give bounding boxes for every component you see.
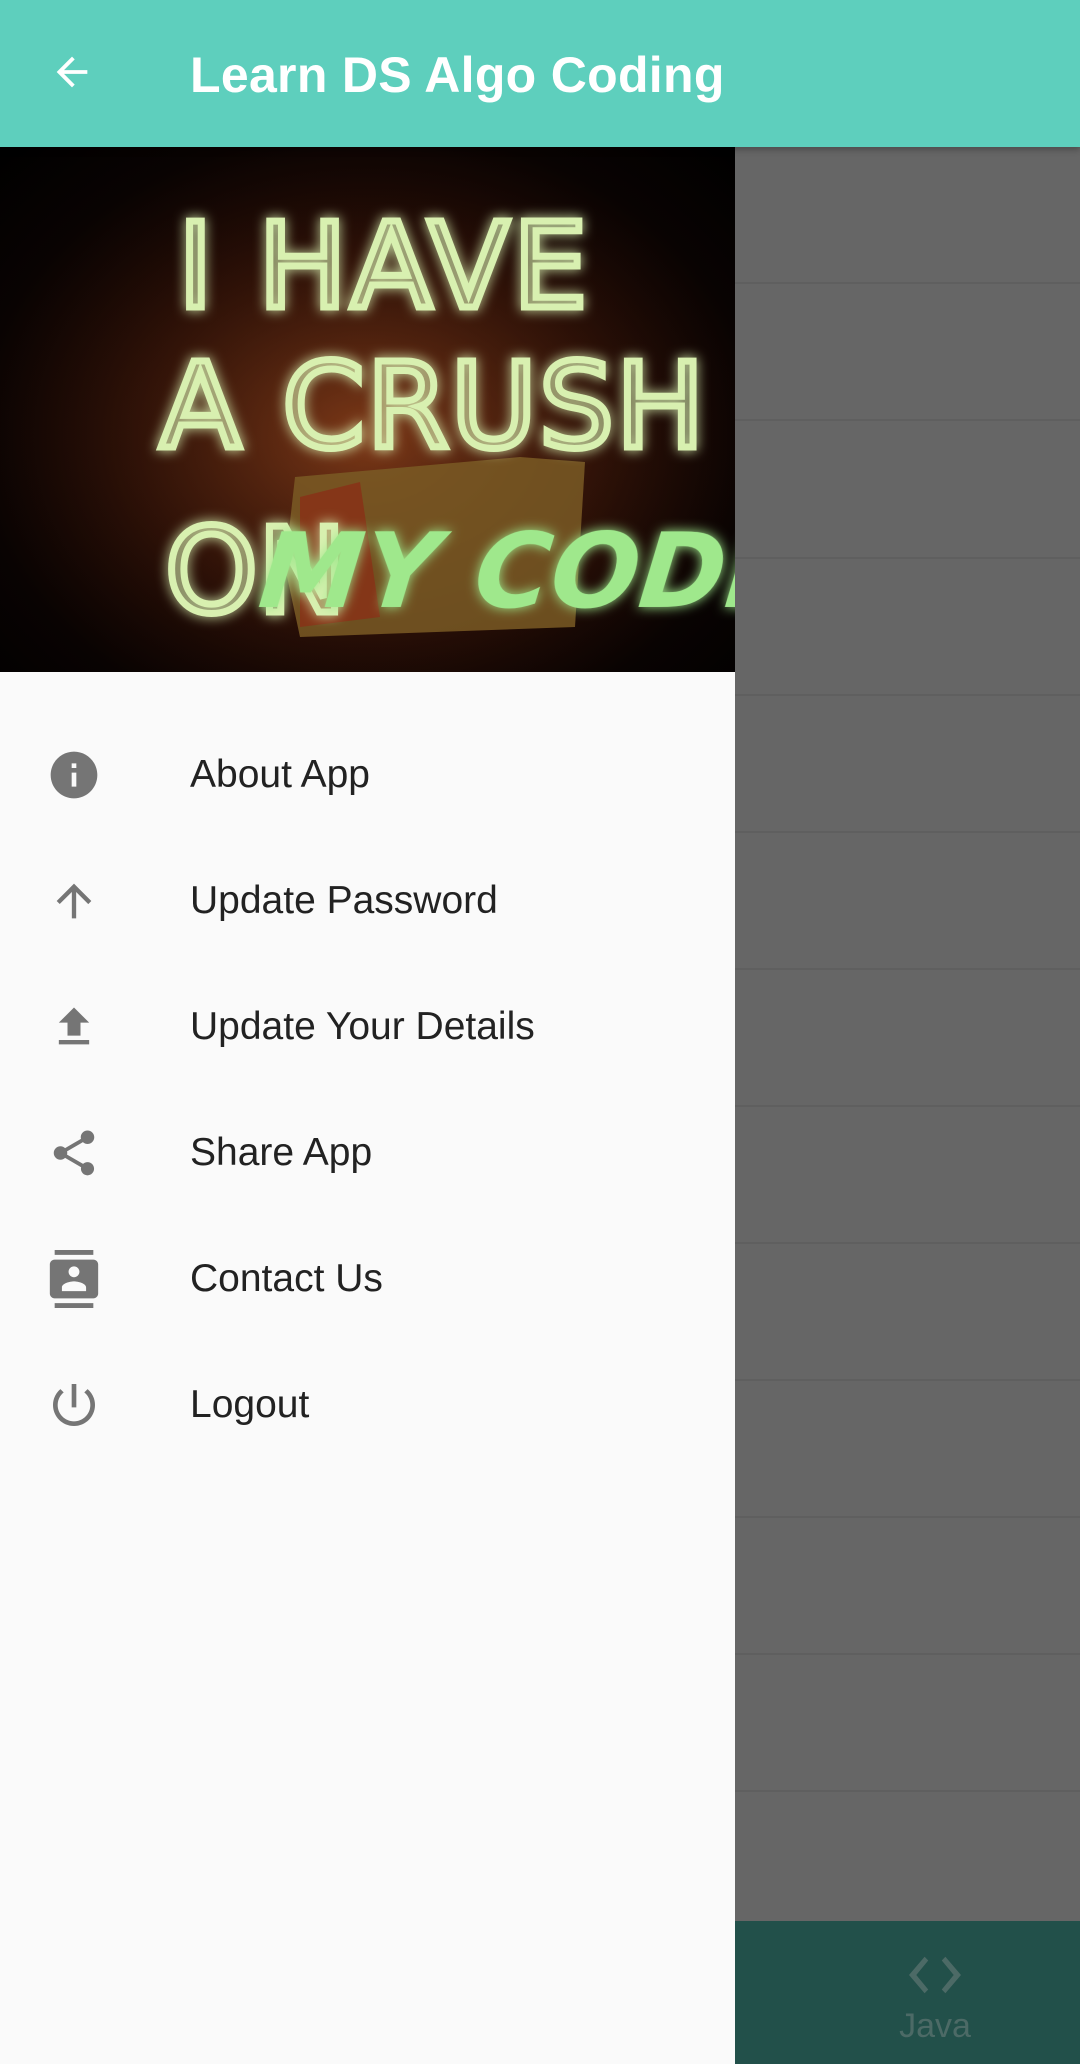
menu-item-label: Update Password [190,879,498,922]
drawer-scrim[interactable]: Java [735,147,1080,2064]
navigation-drawer: I HAVE A CRUSH ON MY CODE About App Upda… [0,147,735,2064]
drawer-header-image: I HAVE A CRUSH ON MY CODE [0,147,735,672]
bottom-navigation: Java [735,1921,1080,2064]
share-icon [44,1123,104,1183]
neon-line-3-bold: MY CODE [254,510,735,632]
menu-item-logout[interactable]: Logout [0,1342,735,1468]
contacts-icon [44,1249,104,1309]
app-bar: Learn DS Algo Coding [0,0,1080,147]
menu-item-update-details[interactable]: Update Your Details [0,964,735,1090]
neon-sign-image: I HAVE A CRUSH ON MY CODE [0,147,735,672]
menu-item-share-app[interactable]: Share App [0,1090,735,1216]
back-button[interactable] [40,40,104,104]
menu-item-label: Share App [190,1131,373,1174]
drawer-menu: About App Update Password Update Your De… [0,712,735,1468]
menu-item-update-password[interactable]: Update Password [0,838,735,964]
arrow-back-icon [56,56,88,88]
menu-item-label: About App [190,753,370,796]
power-icon [44,1375,104,1435]
menu-item-label: Contact Us [190,1257,383,1300]
neon-line-2: A CRUSH [160,337,707,475]
bottom-nav-java[interactable]: Java [855,1941,1015,2051]
menu-item-label: Update Your Details [190,1005,535,1048]
app-title: Learn DS Algo Coding [190,47,725,103]
neon-line-1: I HAVE [178,197,592,335]
bottom-nav-java-label: Java [899,2007,971,2045]
menu-item-about-app[interactable]: About App [0,712,735,838]
info-icon [44,745,104,805]
arrow-up-icon [44,871,104,931]
menu-item-label: Logout [190,1383,310,1426]
code-icon [909,1956,961,1994]
upload-icon [44,997,104,1057]
menu-item-contact-us[interactable]: Contact Us [0,1216,735,1342]
